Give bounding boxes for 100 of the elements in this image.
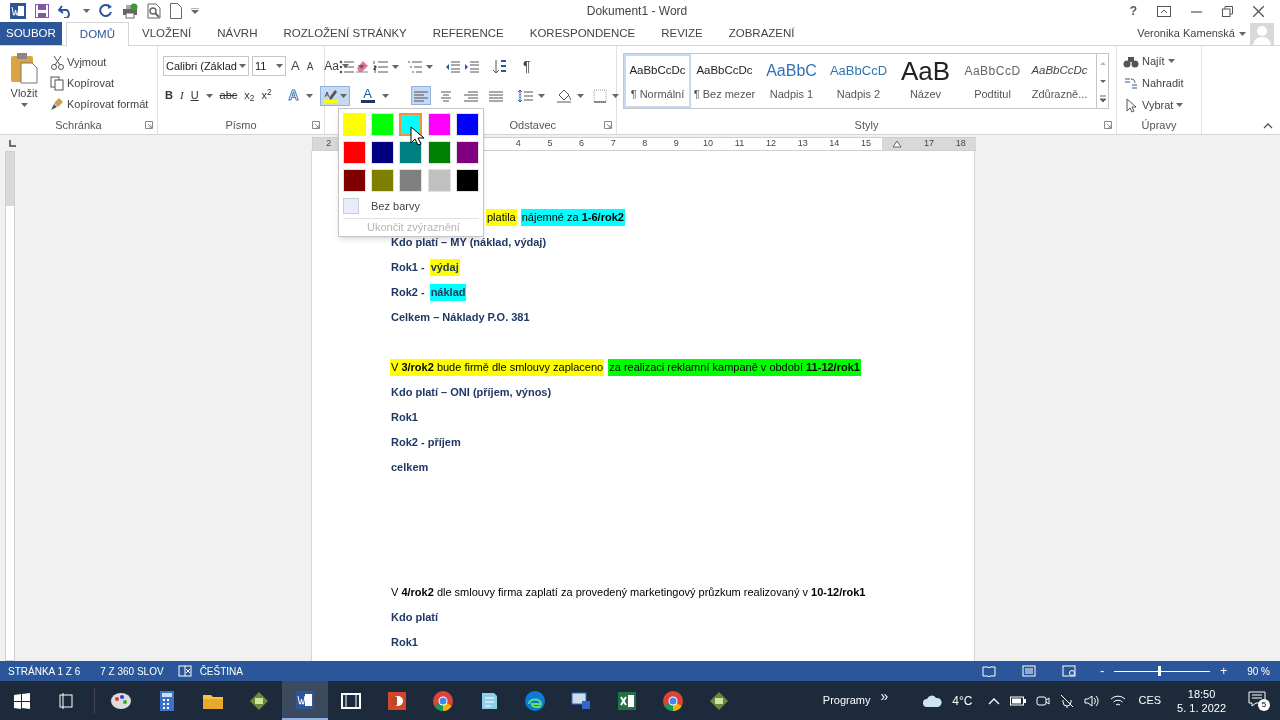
- format-button[interactable]: U: [190, 87, 199, 104]
- restore-icon[interactable]: [1222, 5, 1233, 17]
- clipboard-button[interactable]: Vyjmout: [50, 53, 149, 71]
- caret-icon[interactable]: [577, 93, 584, 98]
- zoom-out-button[interactable]: -: [1100, 662, 1105, 680]
- menu-item[interactable]: Bez barvy: [339, 196, 483, 216]
- muted-microphone-icon[interactable]: [1060, 693, 1075, 708]
- format-button[interactable]: abc: [219, 87, 238, 104]
- font-name-field[interactable]: Calibri (Základ: [163, 56, 249, 76]
- temperature[interactable]: 4°C: [952, 691, 973, 710]
- editing-button[interactable]: Nahradit: [1123, 74, 1184, 92]
- clipboard-button[interactable]: Kopírovat formát: [50, 95, 149, 113]
- user-name[interactable]: Veronika Kamenská: [1137, 25, 1235, 42]
- borders-icon[interactable]: [593, 88, 607, 103]
- caret-icon[interactable]: [20, 102, 28, 107]
- expand-toolbar-button[interactable]: »: [880, 686, 889, 707]
- caret-icon[interactable]: [1239, 31, 1246, 36]
- ribbon-tab[interactable]: KORESPONDENCE: [516, 22, 649, 45]
- caret-icon[interactable]: [1176, 103, 1184, 107]
- caret-icon[interactable]: [1167, 59, 1175, 63]
- redo-icon[interactable]: [99, 4, 113, 18]
- highlight-button[interactable]: [319, 85, 350, 106]
- sort-icon[interactable]: [493, 58, 507, 75]
- caret-icon[interactable]: [276, 64, 283, 68]
- wifi-icon[interactable]: [1110, 693, 1127, 708]
- start-icon[interactable]: [14, 692, 30, 709]
- ribbon-tab[interactable]: VLOŽENÍ: [129, 22, 205, 45]
- format-button[interactable]: x$_{2}$: [244, 87, 255, 104]
- language-label[interactable]: ČEŠTINA: [199, 663, 243, 679]
- caret-icon[interactable]: [305, 93, 313, 98]
- dialog-launcher-icon[interactable]: [312, 121, 320, 129]
- caret-icon[interactable]: [83, 9, 90, 13]
- dialog-launcher-icon[interactable]: [1104, 121, 1112, 129]
- format-button[interactable]: I: [179, 87, 184, 104]
- volume-icon[interactable]: [1084, 693, 1101, 708]
- clipboard-button[interactable]: Kopírovat: [50, 74, 149, 92]
- keyboard-language[interactable]: CES: [1138, 692, 1162, 709]
- caret-icon[interactable]: [339, 93, 347, 98]
- web-layout-icon[interactable]: [1062, 665, 1077, 677]
- chevron-up-icon[interactable]: [988, 696, 1001, 705]
- notification-icon[interactable]: [1248, 690, 1266, 707]
- paint-bucket-icon[interactable]: [556, 88, 572, 103]
- print-preview-icon[interactable]: [147, 3, 161, 19]
- indent-marker-icon[interactable]: [892, 140, 903, 148]
- cloud-icon[interactable]: [922, 693, 943, 708]
- caret-icon[interactable]: [392, 64, 399, 69]
- zoom-in-button[interactable]: +: [1220, 662, 1228, 680]
- printer-icon[interactable]: [122, 3, 138, 19]
- file-tab[interactable]: SOUBOR: [0, 22, 62, 45]
- caret-icon[interactable]: [612, 93, 619, 98]
- font-size-field[interactable]: 11: [252, 56, 286, 76]
- multilevel-list-icon[interactable]: [407, 59, 422, 74]
- shrink-font-button[interactable]: A: [304, 58, 316, 74]
- show-marks-button[interactable]: ¶: [523, 56, 531, 77]
- clock[interactable]: 18:50 5. 1. 2022: [1177, 686, 1226, 715]
- caret-icon[interactable]: [358, 64, 365, 69]
- eraser-icon[interactable]: [355, 59, 370, 73]
- toolbar-label[interactable]: Programy: [822, 692, 871, 709]
- style-option[interactable]: AaB Název: [892, 54, 959, 108]
- caret-icon[interactable]: [381, 93, 389, 98]
- dialog-launcher-icon[interactable]: [604, 121, 612, 129]
- new-document-icon[interactable]: [170, 3, 182, 19]
- style-option[interactable]: AaBbCcDc Zdůrazně...: [1026, 54, 1093, 108]
- ribbon-tab[interactable]: DOMŮ: [65, 22, 129, 46]
- help-button[interactable]: ?: [1129, 2, 1137, 20]
- style-option[interactable]: AaBbCcD Nadpis 2: [825, 54, 892, 108]
- slider-thumb[interactable]: [1158, 665, 1162, 676]
- ribbon-tab[interactable]: NÁVRH: [204, 22, 271, 45]
- style-option[interactable]: AaBbCcDc ¶ Bez mezer: [691, 54, 758, 108]
- font-color-button[interactable]: A: [360, 88, 375, 103]
- style-option[interactable]: AaBbCcD Podtitul: [959, 54, 1026, 108]
- style-option[interactable]: AaBbCcDc ¶ Normální: [624, 54, 691, 108]
- grow-font-button[interactable]: A: [289, 56, 302, 76]
- format-button[interactable]: B: [165, 87, 173, 104]
- battery-icon[interactable]: [1010, 695, 1027, 706]
- editing-button[interactable]: Vybrat: [1123, 96, 1184, 114]
- caret-icon[interactable]: [426, 64, 433, 69]
- format-button[interactable]: x$^{2}$: [261, 87, 272, 104]
- read-mode-icon[interactable]: [982, 665, 997, 677]
- caret-icon[interactable]: [538, 93, 545, 98]
- dialog-launcher-icon[interactable]: [145, 121, 153, 129]
- zoom-level[interactable]: 90 %: [1247, 663, 1270, 679]
- caret-icon[interactable]: [239, 64, 246, 68]
- editing-button[interactable]: Najít: [1123, 52, 1184, 70]
- tab-stop-icon[interactable]: [7, 139, 17, 149]
- ribbon-tab[interactable]: ROZLOŽENÍ STRÁNKY: [270, 22, 420, 45]
- proofing-icon[interactable]: [177, 665, 192, 677]
- task-view-icon[interactable]: [58, 692, 74, 709]
- caret-icon[interactable]: [205, 93, 213, 98]
- bullet-list-icon[interactable]: [339, 59, 354, 74]
- numbered-list-icon[interactable]: [373, 59, 388, 74]
- print-layout-icon[interactable]: [1022, 665, 1037, 677]
- paste-button[interactable]: Vložit: [4, 46, 44, 116]
- close-icon[interactable]: [1253, 5, 1264, 17]
- collapse-ribbon-icon[interactable]: [1263, 123, 1273, 129]
- ribbon-tab[interactable]: REVIZE: [648, 22, 716, 45]
- taskbar-button[interactable]: [282, 681, 328, 720]
- line-spacing-icon[interactable]: [517, 88, 533, 103]
- style-option[interactable]: AaBbC Nadpis 1: [758, 54, 825, 108]
- change-case-button[interactable]: Aa: [318, 57, 340, 75]
